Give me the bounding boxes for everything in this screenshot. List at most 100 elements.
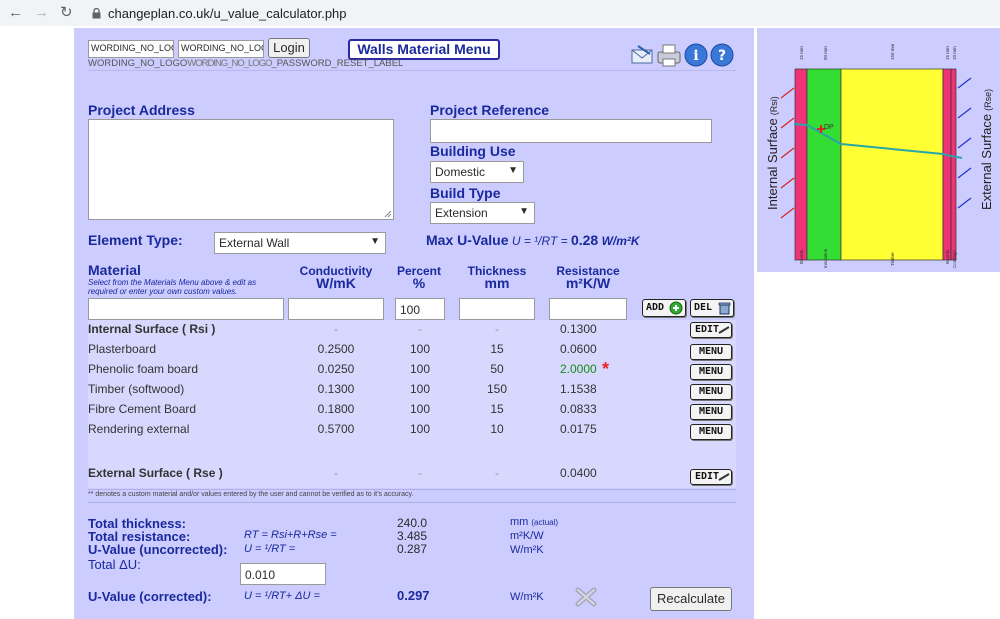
external-surface-label: External Surface ( Rse )	[88, 466, 223, 480]
material-resistance: 1.1538	[560, 382, 597, 396]
address-bar[interactable]: changeplan.co.uk/u_value_calculator.php	[86, 3, 994, 23]
project-address-label: Project Address	[88, 102, 195, 118]
material-thickness: 150	[486, 382, 508, 396]
username-input[interactable]: WORDING_NO_LOGO	[88, 40, 174, 58]
menu-button[interactable]: MENU	[690, 424, 732, 440]
build-type-select[interactable]: Extension ▼	[430, 202, 535, 224]
info-icon[interactable]: i	[684, 43, 708, 67]
bottom-label-boards: Boards	[799, 249, 804, 264]
percent-unit: %	[412, 275, 426, 291]
material-thickness: 15	[490, 342, 504, 356]
material-thickness: 50	[490, 362, 504, 376]
conductivity-input[interactable]	[288, 298, 384, 320]
external-edit-button[interactable]: EDIT	[690, 469, 732, 485]
menu-button[interactable]: MENU	[690, 404, 732, 420]
edit-button[interactable]: EDIT	[690, 322, 732, 338]
u-uncorrected-value: 0.287	[397, 542, 428, 556]
back-arrow-icon[interactable]: ←	[8, 4, 23, 22]
delete-label: DEL	[694, 302, 713, 313]
max-u-unit: W/m²K	[601, 234, 640, 248]
help-icon[interactable]: ?	[710, 43, 734, 67]
wall-section-svg: DP Internal Surface(Rsi) External Surfac…	[765, 43, 994, 268]
chevron-down-icon: ▼	[370, 236, 380, 247]
trash-icon	[718, 302, 731, 315]
resistance-input[interactable]	[549, 298, 627, 320]
password-reset-label[interactable]: _PASSWORD_RESET_LABEL	[272, 58, 404, 69]
element-type-value: External Wall	[219, 236, 290, 250]
password-input[interactable]: WORDING_NO_LOGO	[178, 40, 264, 58]
material-name-input[interactable]	[88, 298, 284, 320]
dew-point-label: DP	[824, 124, 834, 131]
custom-material-star-icon: *	[602, 359, 610, 379]
percent-input[interactable]: 100	[395, 298, 445, 320]
material-percent: -	[418, 322, 422, 336]
chevron-down-icon: ▼	[519, 206, 529, 217]
total-thickness-value: 240.0	[397, 516, 428, 530]
u-uncorrected-unit: W/m²K	[510, 544, 544, 556]
chevron-down-icon: ▼	[508, 165, 518, 176]
material-thickness: 15	[490, 402, 504, 416]
top-label-boards: 15 mm	[799, 46, 804, 60]
material-percent: 100	[409, 342, 431, 356]
max-u-label: Max U-Value	[426, 232, 509, 248]
element-type-select[interactable]: External Wall ▼	[214, 232, 386, 254]
material-resistance: 0.0600	[560, 342, 597, 356]
timber-layer	[840, 68, 944, 261]
outer-boards-layer	[942, 68, 952, 261]
pencil-icon	[718, 473, 730, 481]
material-hint: Select from the Materials Menu above & e…	[88, 278, 257, 296]
top-label-insulation: 50 mm	[823, 46, 828, 60]
bottom-label-coatings: Coatings	[952, 249, 957, 268]
bottom-label-outer-boards: Boards	[945, 249, 950, 264]
coatings-layer	[950, 68, 957, 261]
material-conductivity: 0.1300	[317, 382, 355, 396]
footnote-divider-bottom	[88, 502, 736, 503]
browser-toolbar: ← → ↻ changeplan.co.uk/u_value_calculato…	[0, 0, 1000, 26]
thickness-input[interactable]	[459, 298, 535, 320]
total-thickness-unit: mm	[510, 516, 529, 528]
u-uncorrected-label: U-Value (uncorrected):	[88, 542, 228, 557]
material-conductivity: -	[334, 322, 338, 336]
external-thickness: -	[495, 466, 499, 480]
add-material-button[interactable]: ADD	[642, 299, 686, 317]
header-under-text: WORDING_NO_LOGOWORDING_NO_LOGO_PASSWORD_…	[88, 58, 403, 69]
table-row: Internal Surface ( Rsi ) - - - 0.1300 EDIT	[74, 322, 754, 342]
material-percent: 100	[409, 362, 431, 376]
u-corrected-unit: W/m²K	[510, 591, 544, 603]
thickness-unit: mm	[484, 275, 510, 291]
custom-footnote: ** denotes a custom material and/or valu…	[88, 491, 414, 498]
email-icon[interactable]	[631, 45, 653, 64]
walls-material-menu-button[interactable]: Walls Material Menu	[348, 39, 500, 60]
top-label-coatings: 10 mm	[952, 46, 957, 60]
material-table: Internal Surface ( Rsi ) - - - 0.1300 EDIT Pla…	[74, 320, 754, 490]
print-icon[interactable]	[657, 44, 681, 67]
url-text: changeplan.co.uk/u_value_calculator.php	[108, 6, 347, 21]
forgotten-link[interactable]: WORDING_NO_LOGO	[187, 58, 272, 69]
project-reference-input[interactable]	[430, 119, 712, 143]
recalculate-button[interactable]: Recalculate	[650, 587, 732, 611]
menu-button[interactable]: MENU	[690, 384, 732, 400]
total-delta-input[interactable]: 0.010	[240, 563, 326, 585]
material-conductivity: 0.1800	[317, 402, 355, 416]
project-address-textarea[interactable]	[88, 119, 394, 220]
reload-icon[interactable]: ↻	[60, 4, 73, 22]
external-percent: -	[418, 466, 422, 480]
material-resistance: 2.0000	[560, 362, 597, 376]
pencil-icon	[718, 326, 730, 334]
menu-button[interactable]: MENU	[690, 364, 732, 380]
insulation-layer	[806, 68, 842, 261]
external-resistance: 0.0400	[560, 466, 597, 480]
forward-arrow-icon[interactable]: →	[34, 4, 49, 22]
svg-text:?: ?	[718, 48, 726, 64]
login-button[interactable]: Login	[268, 38, 310, 58]
delete-material-button[interactable]: DEL	[690, 299, 734, 317]
material-percent: 100	[409, 402, 431, 416]
building-use-select[interactable]: Domestic ▼	[430, 161, 524, 183]
clear-x-icon[interactable]	[574, 586, 598, 608]
menu-button[interactable]: MENU	[690, 344, 732, 360]
material-percent: 100	[409, 422, 431, 436]
bottom-label-timber: Timber	[890, 252, 895, 266]
internal-surface-label: Internal Surface(Rsi)	[765, 96, 780, 210]
table-row: Plasterboard 0.2500 100 15 0.0600 MENU	[74, 342, 754, 362]
menu-label: MENU	[698, 346, 724, 357]
